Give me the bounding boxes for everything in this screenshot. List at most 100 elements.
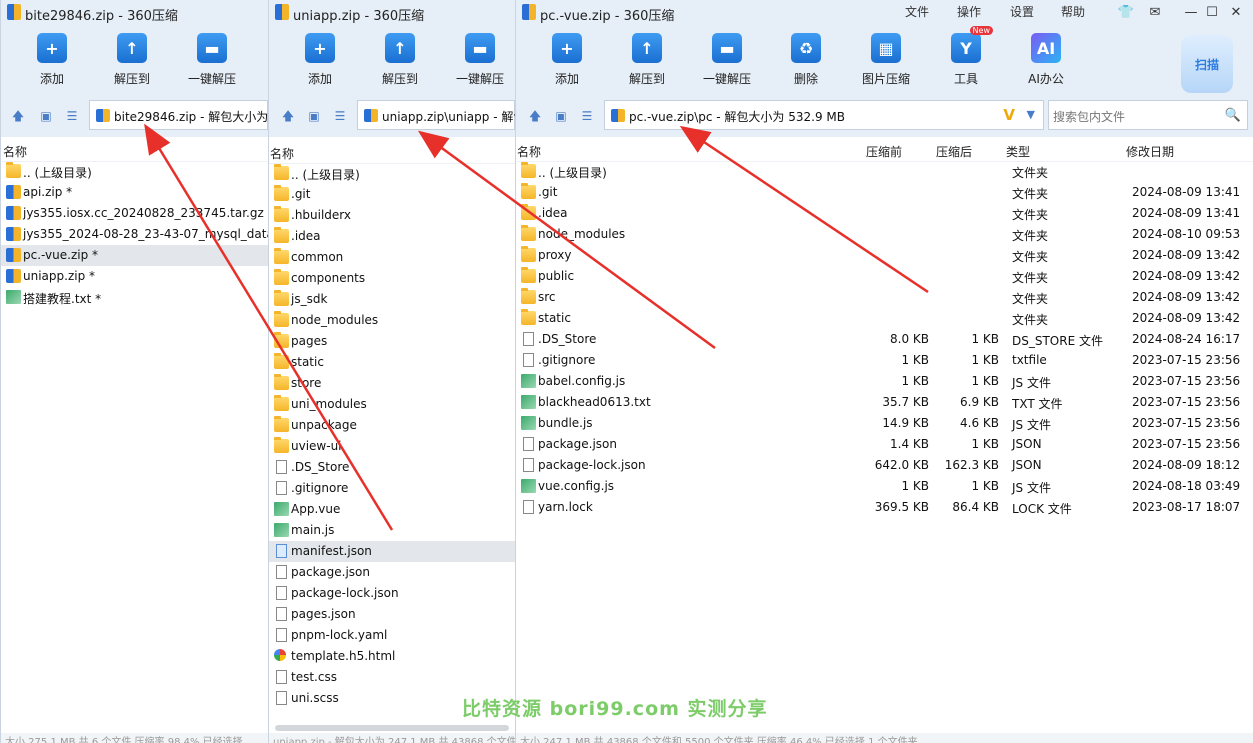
search-input[interactable]: 搜索包内文件 🔍 [1048,100,1248,130]
image-compress-button[interactable]: ▦ 图片压缩 [851,33,921,87]
extract-to-button[interactable]: ↑ 解压到 [97,33,167,87]
delete-button[interactable]: ♻ 删除 [771,33,841,87]
list-item[interactable]: bundle.js 14.9 KB 4.6 KB JS 文件 2023-07-15 23… [516,413,1253,434]
view-icon[interactable]: ▣ [307,110,321,122]
list-item[interactable]: node_modules 文件夹 2024-08-10 09:53 [516,224,1253,245]
list-item[interactable]: proxy 文件夹 2024-08-09 13:42 [516,245,1253,266]
list-item[interactable]: .idea [269,226,515,247]
maximize-icon[interactable]: ☐ [1202,2,1222,22]
list-item[interactable]: babel.config.js 1 KB 1 KB JS 文件 2023-07-15 2… [516,371,1253,392]
scan-button[interactable]: 扫描 [1181,35,1233,93]
list-item[interactable]: .gitignore [269,478,515,499]
list-item[interactable]: .git [269,184,515,205]
list-item[interactable]: uni_modules [269,394,515,415]
view-icon[interactable]: ▣ [554,110,568,122]
list-item[interactable]: package-lock.json [269,583,515,604]
list-item[interactable]: .. (上级目录) [269,163,515,184]
list-item[interactable]: static 文件夹 2024-08-09 13:42 [516,308,1253,329]
extract-to-button[interactable]: ↑ 解压到 [612,33,682,87]
col-compressed[interactable]: 压缩后 [936,143,972,160]
extract-to-button[interactable]: ↑ 解压到 [365,33,435,87]
menu-settings[interactable]: 设置 [1010,3,1034,20]
feedback-icon[interactable]: ✉ [1145,2,1165,22]
skin-icon[interactable]: 👕 [1116,2,1136,22]
view-icon[interactable]: ▣ [39,110,53,122]
minimize-icon[interactable]: — [1181,2,1201,22]
item-date: 2024-08-09 18:12 [1132,458,1241,472]
list-item[interactable]: store [269,373,515,394]
chevron-down-icon[interactable]: ▼ [1027,108,1035,121]
ai-office-button[interactable]: AI AI办公 [1011,33,1081,87]
col-name[interactable]: 名称 [3,143,27,160]
list-item[interactable]: package-lock.json 642.0 KB 162.3 KB JSON 202… [516,455,1253,476]
list-item[interactable]: .idea 文件夹 2024-08-09 13:41 [516,203,1253,224]
menu-file[interactable]: 文件 [905,3,929,20]
menu-help[interactable]: 帮助 [1061,3,1085,20]
one-click-extract-button[interactable]: ▬ 一键解压 [445,33,515,87]
list-item[interactable]: pnpm-lock.yaml [269,625,515,646]
path-field[interactable]: bite29846.zip - 解包大小为 [89,100,268,130]
close-icon[interactable]: ✕ [1226,2,1246,22]
menu-operation[interactable]: 操作 [957,3,981,20]
col-name[interactable]: 名称 [270,145,294,162]
list-item[interactable]: package.json 1.4 KB 1 KB JSON 2023-07-15 23:… [516,434,1253,455]
add-button[interactable]: + 添加 [17,33,87,87]
list-item[interactable]: manifest.json [269,541,515,562]
list-item[interactable]: static [269,352,515,373]
image-compress-icon: ▦ [871,33,901,63]
up-arrow-icon[interactable]: 🡅 [281,110,295,122]
list-item[interactable]: node_modules [269,310,515,331]
col-name[interactable]: 名称 [517,143,541,160]
list-icon[interactable]: ☰ [333,110,347,122]
list-item[interactable]: 搭建教程.txt * [1,287,268,308]
list-icon[interactable]: ☰ [65,110,79,122]
item-date: 2023-07-15 23:56 [1132,395,1241,409]
search-icon[interactable]: 🔍 [1225,108,1241,123]
list-item[interactable]: .hbuilderx [269,205,515,226]
list-item[interactable]: pages [269,331,515,352]
list-item[interactable]: blackhead0613.txt 35.7 KB 6.9 KB TXT 文件 2023… [516,392,1253,413]
col-modified[interactable]: 修改日期 [1126,143,1174,160]
list-item[interactable]: public 文件夹 2024-08-09 13:42 [516,266,1253,287]
v-logo-icon[interactable]: V [1003,106,1015,124]
up-arrow-icon[interactable]: 🡅 [11,110,25,122]
list-item[interactable]: .. (上级目录) 文件夹 [516,161,1253,182]
list-item[interactable]: yarn.lock 369.5 KB 86.4 KB LOCK 文件 2023-08-1… [516,497,1253,518]
list-item[interactable]: test.css [269,667,515,688]
zip-app-icon [522,4,536,20]
list-item[interactable]: .git 文件夹 2024-08-09 13:41 [516,182,1253,203]
add-button[interactable]: + 添加 [285,33,355,87]
up-arrow-icon[interactable]: 🡅 [528,110,542,122]
list-item[interactable]: jys355_2024-08-28_23-43-07_mysql_data_W [1,224,268,245]
path-field[interactable]: pc.-vue.zip\pc - 解包大小为 532.9 MB V ▼ [604,100,1044,130]
list-item[interactable]: components [269,268,515,289]
list-item[interactable]: uniapp.zip * [1,266,268,287]
list-item[interactable]: main.js [269,520,515,541]
list-item[interactable]: src 文件夹 2024-08-09 13:42 [516,287,1253,308]
list-item[interactable]: js_sdk [269,289,515,310]
list-item[interactable]: template.h5.html [269,646,515,667]
list-item[interactable]: pages.json [269,604,515,625]
horizontal-scrollbar[interactable] [275,725,509,731]
col-type[interactable]: 类型 [1006,143,1030,160]
col-uncompressed[interactable]: 压缩前 [866,143,902,160]
list-item[interactable]: api.zip * [1,182,268,203]
list-item[interactable]: .. (上级目录) [1,161,268,182]
one-click-extract-button[interactable]: ▬ 一键解压 [692,33,762,87]
list-item[interactable]: pc.-vue.zip * [1,245,268,266]
list-icon[interactable]: ☰ [580,110,594,122]
one-click-extract-button[interactable]: ▬ 一键解压 [177,33,247,87]
add-button[interactable]: + 添加 [532,33,602,87]
list-item[interactable]: vue.config.js 1 KB 1 KB JS 文件 2024-08-18 03:… [516,476,1253,497]
list-item[interactable]: common [269,247,515,268]
list-item[interactable]: App.vue [269,499,515,520]
list-item[interactable]: .gitignore 1 KB 1 KB txtfile 2023-07-15 23:5… [516,350,1253,371]
path-field[interactable]: uniapp.zip\uniapp - 解包 [357,100,515,130]
list-item[interactable]: jys355.iosx.cc_20240828_233745.tar.gz * [1,203,268,224]
tools-button[interactable]: Y New 工具 [931,26,1001,87]
list-item[interactable]: .DS_Store [269,457,515,478]
list-item[interactable]: .DS_Store 8.0 KB 1 KB DS_STORE 文件 2024-08-24… [516,329,1253,350]
list-item[interactable]: unpackage [269,415,515,436]
list-item[interactable]: uview-ui [269,436,515,457]
list-item[interactable]: package.json [269,562,515,583]
